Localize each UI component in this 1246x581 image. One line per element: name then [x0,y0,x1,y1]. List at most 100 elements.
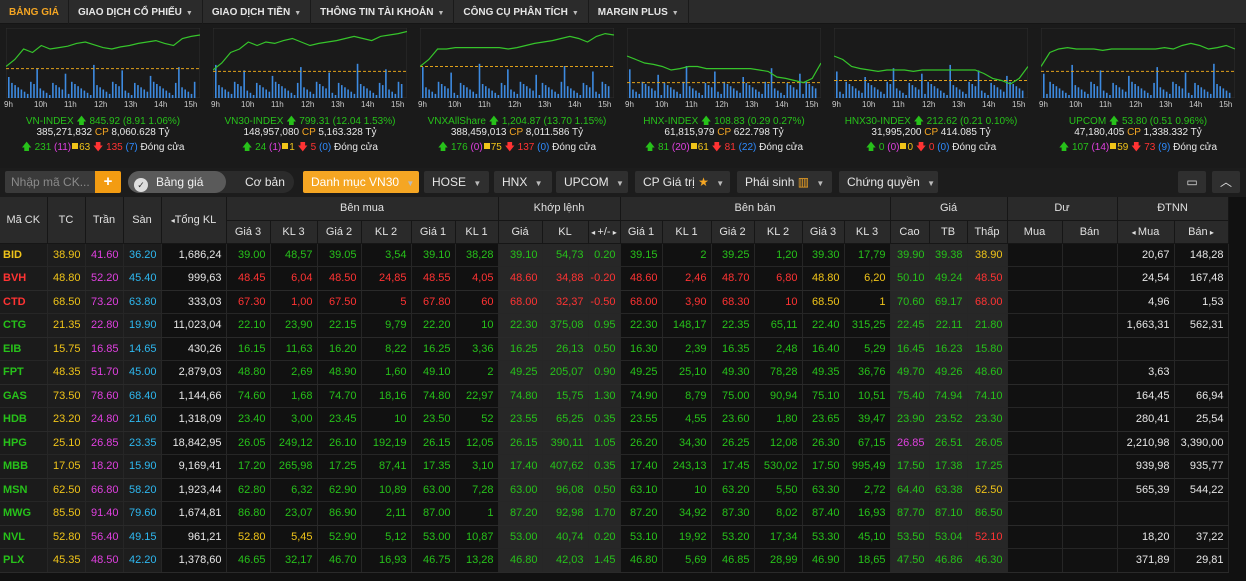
tab-hnx[interactable]: HNX ▼ [494,171,552,193]
volume-bar [585,85,588,98]
bid-price-2: 86.90 [317,501,362,526]
subheader-13[interactable]: Giá 3 [802,220,845,244]
tab-ch-ng-quy-n[interactable]: Chứng quyền ▼ [839,171,938,193]
subheader-16[interactable]: TB [929,220,968,244]
add-symbol-button[interactable]: + [95,171,121,193]
table-row[interactable]: PLX 45.35 48.50 42.20 1,378,60 46.65 32,17 46.7… [0,548,1229,573]
table-row[interactable]: BVH 48.80 52.20 45.40 999,63 48.45 6,04 48.50 24… [0,266,1229,291]
low-price: 86.50 [967,501,1008,526]
tab-ph-i-sinh[interactable]: Phái sinh ▥ ▼ [737,171,832,193]
view-toggle[interactable]: ✓ Bảng giá Cơ bản [128,171,294,193]
monitor-icon[interactable]: ▭ [1178,171,1206,193]
subheader-7[interactable]: KL [542,220,589,244]
volume-bar [554,91,556,98]
toggle-basic[interactable]: Cơ bản [245,171,285,193]
subheader-8[interactable]: ◂ +/- ▸ [588,220,621,244]
subheader-10[interactable]: KL 1 [662,220,712,244]
header-symbol[interactable]: Mã CK [0,197,48,244]
subheader-15[interactable]: Cao [890,220,930,244]
tab-hose[interactable]: HOSE ▼ [424,171,489,193]
index-panel-hnx-index[interactable]: 9h 10h 11h 12h 13h 14h 15h HNX-INDEX 🡅 108.83 (… [621,24,827,168]
subheader-4[interactable]: Giá 1 [411,220,456,244]
symbol-search-input[interactable] [5,171,95,193]
header-floor[interactable]: Sàn [123,197,162,244]
subheader-foreign-0[interactable]: ◂ Mua [1117,220,1175,244]
index-panel-upcom[interactable]: 9h 10h 11h 12h 13h 14h 15h UPCOM 🡅 53.80 (0.51 … [1035,24,1241,168]
index-volume-line: 61,815,979 CP 622.798 Tỷ [621,127,827,138]
ask-vol-2: 65,11 [754,313,803,338]
tab-danh-m-c-vn30[interactable]: Danh mục VN30 ▼ [303,171,419,193]
subheader-1[interactable]: KL 3 [270,220,318,244]
subheader-19[interactable]: Bán [1062,220,1118,244]
table-row[interactable]: MSN 62.50 66.80 58.20 1,923,44 62.80 6,32 62.90… [0,478,1229,502]
volume-bar [271,75,274,98]
time-tick: 9h [832,100,841,109]
subheader-17[interactable]: Thấp [967,220,1008,244]
header-total-volume[interactable]: ◂Tổng KL [161,197,227,244]
subheader-12[interactable]: KL 2 [754,220,803,244]
subheader-18[interactable]: Mua [1007,220,1063,244]
foreign-sell: 167,48 [1174,266,1229,291]
tab-cp-gi-tr-[interactable]: CP Giá trị ★ ▼ [635,171,730,193]
subheader-9[interactable]: Giá 1 [620,220,663,244]
volume-bar [431,91,434,98]
table-row[interactable]: EIB 15.75 16.85 14.65 430,26 16.15 11,63 16.20 8… [0,337,1229,361]
index-name: UPCOM [1068,116,1109,127]
subheader-foreign-1[interactable]: Bán ▸ [1174,220,1229,244]
ask-vol-3: 1 [844,290,891,314]
chevron-up-icon[interactable]: ︿ [1212,171,1240,193]
index-cp: CP [924,127,941,138]
subheader-14[interactable]: KL 3 [844,220,891,244]
index-panel-vnxallshare[interactable]: 9h 10h 11h 12h 13h 14h 15h VNXAllShare 🡅 1,204.… [414,24,620,168]
subheader-0[interactable]: Giá 3 [226,220,271,244]
ask-price-3: 53.30 [802,525,845,549]
toggle-price-board[interactable]: ✓ Bảng giá [128,171,226,193]
table-row[interactable]: FPT 48.35 51.70 45.00 2,879,03 48.80 2,69 48.90… [0,360,1229,385]
volume-bar [1222,88,1225,98]
nav-item-2[interactable]: GIAO DỊCH TIỀN ▼ [203,0,312,24]
header-ceiling[interactable]: Trần [85,197,124,244]
subheader-label: Mua [1137,225,1160,238]
volume-bar [159,86,161,98]
volume-bar [745,82,748,98]
subheader-11[interactable]: Giá 2 [711,220,755,244]
table-row[interactable]: HPG 25.10 26.85 23.35 18,842,95 26.05 249,12 26… [0,431,1229,455]
table-row[interactable]: MBB 17.05 18.20 15.90 9,169,41 17.20 265,98 17.… [0,454,1229,479]
volume-bar [980,90,983,98]
low-price: 21.80 [967,313,1008,338]
volume-bar [11,82,13,98]
nav-item-5[interactable]: MARGIN PLUS ▼ [589,0,689,24]
nav-item-3[interactable]: THÔNG TIN TÀI KHOẢN ▼ [311,0,455,24]
index-panel-vn-index[interactable]: 9h 10h 11h 12h 13h 14h 15h VN-INDEX 🡅 845.92 (8… [0,24,206,168]
table-row[interactable]: BID 38.90 41.60 36.20 1,686,24 39.00 48,57 39.0… [0,243,1229,267]
volume-bar [425,87,427,98]
match-volume: 390,11 [542,431,589,455]
subheader-6[interactable]: Giá [498,220,543,244]
bid-vol-3: 48,57 [270,243,318,267]
volume-bar [682,81,685,98]
table-row[interactable]: MWG 85.50 91.40 79.60 1,674,81 86.80 23,07 86.9… [0,501,1229,526]
table-row[interactable]: GAS 73.50 78.60 68.40 1,144,66 74.60 1,68 74.70… [0,384,1229,408]
table-row[interactable]: NVL 52.80 56.40 49.15 961,21 52.80 5,45 52.90 5,… [0,525,1229,549]
nav-item-1[interactable]: GIAO DỊCH CỔ PHIẾU ▼ [69,0,203,24]
match-change: -0.50 [588,290,621,314]
subheader-2[interactable]: Giá 2 [317,220,362,244]
low-price: 62.50 [967,478,1008,502]
residual-buy [1007,501,1063,526]
index-panel-hnx30-index[interactable]: 9h 10h 11h 12h 13h 14h 15h HNX30-INDEX 🡅 212.62… [828,24,1034,168]
subheader-5[interactable]: KL 1 [455,220,499,244]
nav-item-4[interactable]: CÔNG CỤ PHÂN TÍCH ▼ [454,0,589,24]
subheader-3[interactable]: KL 2 [361,220,412,244]
table-row[interactable]: HDB 23.20 24.80 21.60 1,318,09 23.40 3,00 23.45… [0,407,1229,432]
index-panel-vn30-index[interactable]: 9h 10h 11h 12h 13h 14h 15h VN30-INDEX 🡅 799.31 … [207,24,413,168]
table-row[interactable]: CTG 21.35 22.80 19.90 11,023,04 22.10 23,90 22.… [0,313,1229,338]
ref-price-cell: 45.35 [47,548,86,573]
ask-price-1: 74.90 [620,384,663,408]
header-ref[interactable]: TC [47,197,86,244]
table-row[interactable]: CTD 68.50 73.20 63.80 333,03 67.30 1,00 67.50 5 6… [0,290,1229,314]
foreign-buy: 4,96 [1117,290,1175,314]
tab-upcom[interactable]: UPCOM ▼ [556,171,628,193]
bid-price-1: 46.75 [411,548,456,573]
ref-price-cell: 52.80 [47,525,86,549]
nav-item-0[interactable]: BẢNG GIÁ [0,0,69,24]
